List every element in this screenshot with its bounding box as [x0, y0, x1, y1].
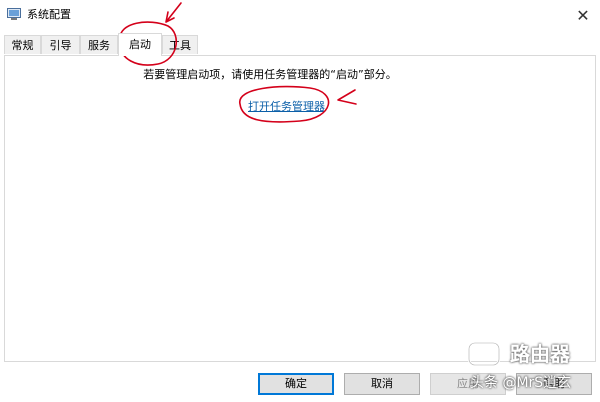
cancel-button[interactable]: 取消 [344, 373, 420, 395]
startup-info-text: 若要管理启动项，请使用任务管理器的“启动”部分。 [143, 68, 397, 81]
router-logo-icon [467, 341, 501, 367]
tab-boot[interactable]: 引导 [41, 35, 80, 54]
close-icon: ✕ [576, 5, 590, 25]
open-task-manager-link[interactable]: 打开任务管理器 [248, 98, 325, 114]
tab-tools[interactable]: 工具 [162, 35, 198, 54]
window-title: 系统配置 [27, 8, 71, 21]
tab-services[interactable]: 服务 [80, 35, 118, 54]
tab-strip: 常规 引导 服务 启动 工具 [4, 33, 596, 56]
system-configuration-window: 系统配置 ✕ 常规 引导 服务 启动 工具 若要管理启动项，请使用任务管理器的“… [0, 0, 600, 402]
ok-button[interactable]: 确定 [258, 373, 334, 395]
tab-startup[interactable]: 启动 [118, 33, 162, 56]
close-button[interactable]: ✕ [566, 0, 600, 30]
tab-general[interactable]: 常规 [4, 35, 41, 54]
watermark-author: 头条 @MrS逍玄 [470, 375, 572, 391]
watermark-brand: 路由器 [510, 342, 570, 366]
title-bar: 系统配置 ✕ [0, 0, 600, 30]
startup-panel: 若要管理启动项，请使用任务管理器的“启动”部分。 打开任务管理器 [4, 55, 596, 362]
system-config-icon [7, 8, 21, 20]
